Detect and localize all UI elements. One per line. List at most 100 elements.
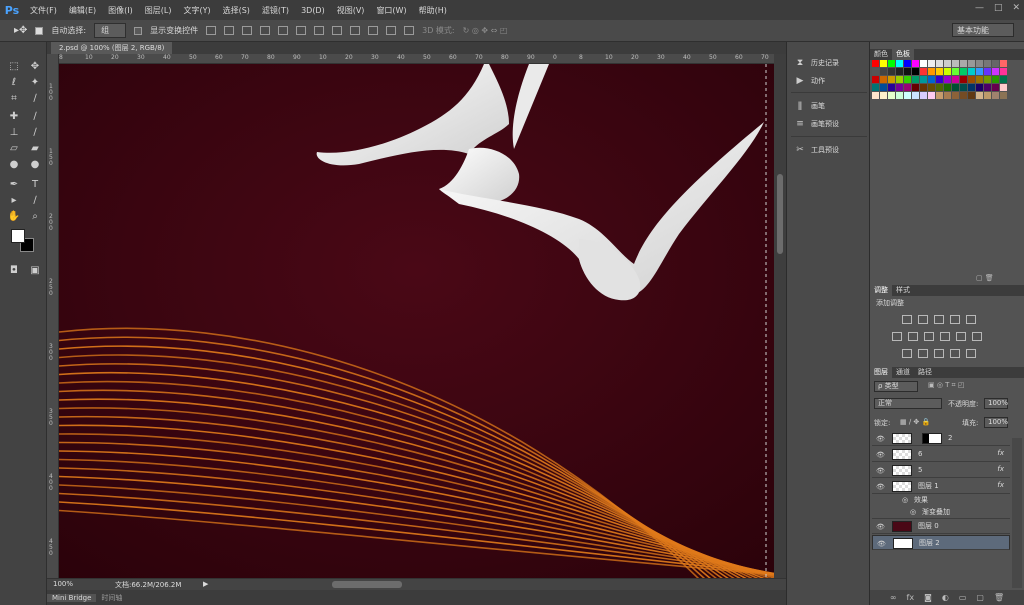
align-middle-icon[interactable] <box>224 26 235 35</box>
swatch[interactable] <box>912 92 919 99</box>
gradient-tool-icon[interactable]: ▰ <box>28 142 42 156</box>
swatch[interactable] <box>1000 84 1007 91</box>
swatch[interactable] <box>928 76 935 83</box>
swatch[interactable] <box>904 84 911 91</box>
swatch[interactable] <box>928 84 935 91</box>
tab-mini-bridge[interactable]: Mini Bridge <box>47 593 97 602</box>
swatch[interactable] <box>944 60 951 67</box>
swatch[interactable] <box>936 84 943 91</box>
swatch[interactable] <box>896 76 903 83</box>
swatch[interactable] <box>984 92 991 99</box>
swatch[interactable] <box>888 68 895 75</box>
swatch[interactable] <box>888 92 895 99</box>
curves-icon[interactable] <box>934 315 944 324</box>
align-center-icon[interactable] <box>278 26 289 35</box>
swatch[interactable] <box>904 76 911 83</box>
swatch[interactable] <box>976 60 983 67</box>
visibility-eye-icon[interactable]: 👁 <box>876 467 885 475</box>
visibility-eye-icon[interactable]: 👁 <box>876 451 885 459</box>
swatch[interactable] <box>936 68 943 75</box>
document-canvas[interactable] <box>59 64 774 579</box>
maximize-icon[interactable]: □ <box>994 3 1003 13</box>
align-top-icon[interactable] <box>206 26 217 35</box>
vertical-scrollbar[interactable] <box>774 54 786 579</box>
delete-layer-icon[interactable]: 🗑 <box>994 593 1004 602</box>
swatch[interactable] <box>888 76 895 83</box>
link-layers-icon[interactable]: ∞ <box>890 593 897 602</box>
swatch[interactable] <box>976 84 983 91</box>
layers-scrollbar[interactable] <box>1012 438 1022 588</box>
fx-badge[interactable]: fx <box>997 465 1004 473</box>
panel-brush[interactable]: ǁ 画笔 <box>795 101 825 111</box>
swatch[interactable] <box>920 68 927 75</box>
swatch[interactable] <box>976 76 983 83</box>
color-balance-icon[interactable] <box>908 332 918 341</box>
new-group-icon[interactable]: ▭ <box>959 593 967 602</box>
panel-actions[interactable]: ▶ 动作 <box>795 76 825 86</box>
visibility-eye-icon[interactable]: 👁 <box>876 483 885 491</box>
tab-layers[interactable]: 图层 <box>870 367 892 378</box>
brightness-icon[interactable] <box>902 315 912 324</box>
visibility-eye-icon[interactable]: 👁 <box>877 540 886 548</box>
hand-tool-icon[interactable]: ✋ <box>7 210 21 224</box>
vibrance-icon[interactable] <box>966 315 976 324</box>
foreground-color-swatch[interactable] <box>11 229 25 243</box>
tab-color[interactable]: 颜色 <box>870 49 892 60</box>
swatch[interactable] <box>992 84 999 91</box>
swatch[interactable] <box>992 60 999 67</box>
panel-history[interactable]: ⧗ 历史记录 <box>795 58 839 68</box>
add-style-icon[interactable]: fx <box>907 593 915 602</box>
swatch[interactable] <box>904 60 911 67</box>
swatch[interactable] <box>904 92 911 99</box>
swatch-grid[interactable] <box>872 60 1008 112</box>
swatch[interactable] <box>936 92 943 99</box>
zoom-tool-icon[interactable]: ⌕ <box>28 210 42 224</box>
swatch[interactable] <box>968 76 975 83</box>
swatch[interactable] <box>872 60 879 67</box>
swatch[interactable] <box>928 60 935 67</box>
hue-saturation-icon[interactable] <box>892 332 902 341</box>
swatch[interactable] <box>920 92 927 99</box>
swatch[interactable] <box>936 60 943 67</box>
swatch[interactable] <box>976 68 983 75</box>
swatch[interactable] <box>1000 60 1007 67</box>
swatch[interactable] <box>912 68 919 75</box>
pen-tool-icon[interactable]: ✒ <box>7 178 21 192</box>
layer-row[interactable]: 👁 2 <box>872 431 1010 446</box>
show-transform-checkbox[interactable] <box>134 26 143 35</box>
swatch[interactable] <box>992 76 999 83</box>
eraser-icon[interactable]: ▱ <box>7 142 21 156</box>
swatch[interactable] <box>960 68 967 75</box>
swatch[interactable] <box>952 84 959 91</box>
path-selection-icon[interactable]: ▸ <box>7 194 21 208</box>
distribute-right-icon[interactable] <box>404 26 415 35</box>
color-lookup-icon[interactable] <box>972 332 982 341</box>
gradient-map-icon[interactable] <box>950 349 960 358</box>
vertical-scroll-thumb[interactable] <box>777 174 783 254</box>
swatch[interactable] <box>992 68 999 75</box>
layer-row[interactable]: 👁 6 fx <box>872 447 1010 462</box>
swatch[interactable] <box>960 92 967 99</box>
move-tool-icon[interactable]: ✥ <box>28 60 42 74</box>
posterize-icon[interactable] <box>918 349 928 358</box>
blur-tool-icon[interactable]: ● <box>7 158 21 172</box>
swatch[interactable] <box>960 84 967 91</box>
swatch[interactable] <box>1000 68 1007 75</box>
swatch[interactable] <box>888 60 895 67</box>
swatch[interactable] <box>944 92 951 99</box>
swatch[interactable] <box>952 68 959 75</box>
layer-effect-item[interactable]: ◎ 渐变叠加 <box>872 507 1010 519</box>
doc-info[interactable]: 文档:66.2M/206.2M <box>115 580 181 590</box>
new-layer-icon[interactable]: ▢ <box>976 593 984 602</box>
swatch[interactable] <box>896 68 903 75</box>
status-arrow-icon[interactable]: ▶ <box>203 580 208 588</box>
distribute-middle-icon[interactable] <box>332 26 343 35</box>
fx-badge[interactable]: fx <box>997 449 1004 457</box>
tab-adjustments[interactable]: 调整 <box>870 285 892 296</box>
channel-mixer-icon[interactable] <box>956 332 966 341</box>
swatch[interactable] <box>944 76 951 83</box>
swatch[interactable] <box>896 92 903 99</box>
swatch[interactable] <box>904 68 911 75</box>
distribute-center-icon[interactable] <box>386 26 397 35</box>
tab-paths[interactable]: 路径 <box>914 367 936 378</box>
